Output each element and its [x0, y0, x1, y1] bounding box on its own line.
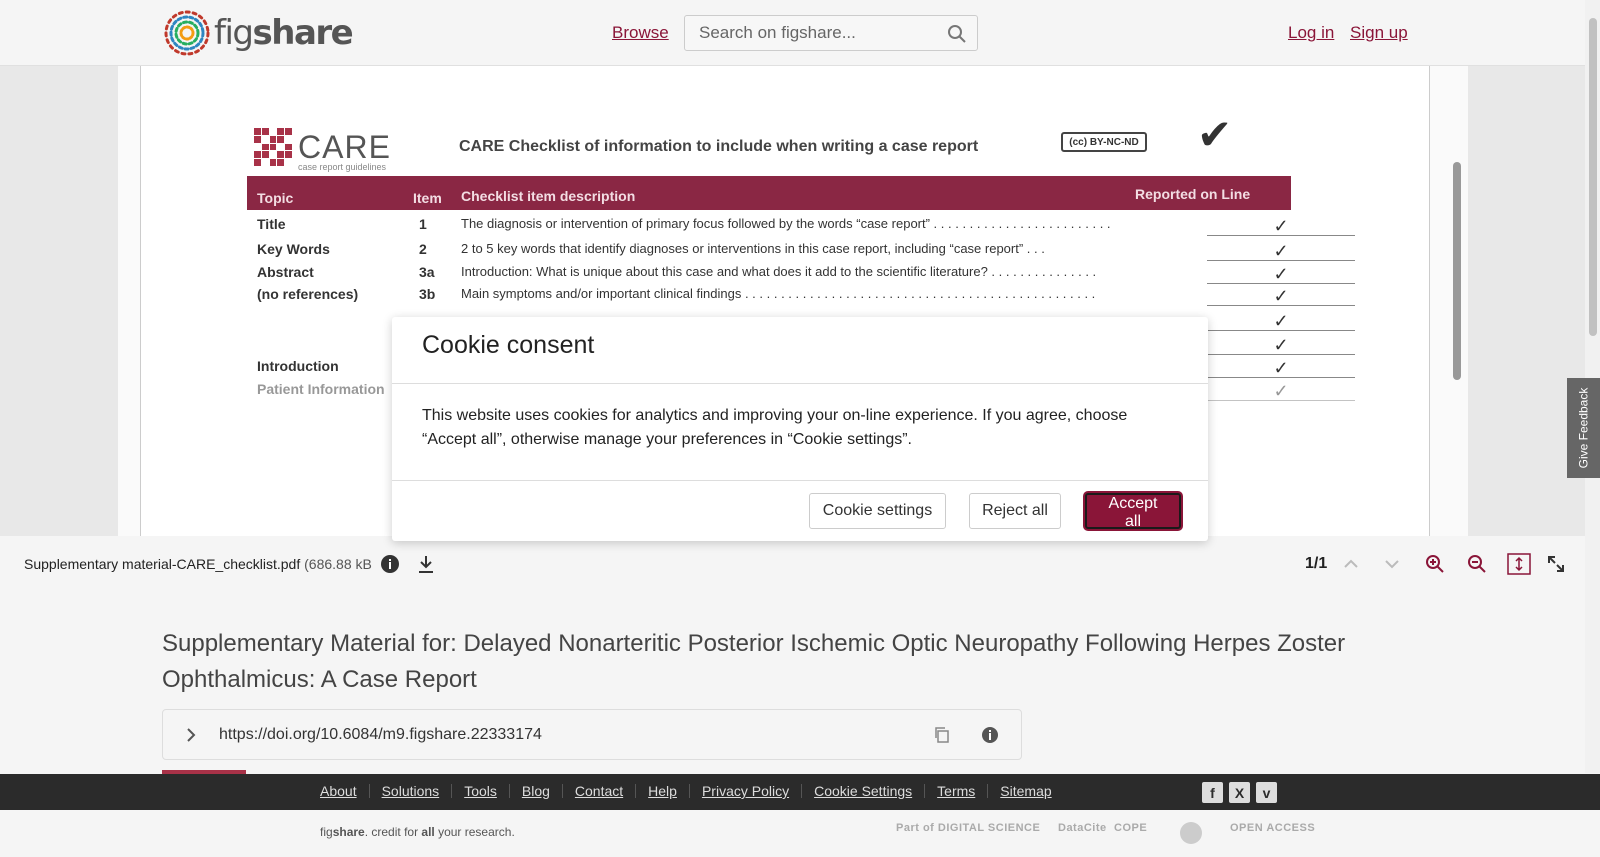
cookie-settings-button[interactable]: Cookie settings	[809, 493, 946, 529]
accept-all-button[interactable]: Accept all	[1085, 493, 1181, 530]
dialog-header: Cookie consent	[392, 317, 1208, 384]
modal-overlay: Cookie consent This website uses cookies…	[0, 0, 1600, 857]
dialog-message: This website uses cookies for analytics …	[422, 407, 1128, 448]
cookie-consent-dialog: Cookie consent This website uses cookies…	[392, 317, 1208, 541]
dialog-title: Cookie consent	[422, 331, 595, 359]
dialog-footer: Cookie settings Reject all Accept all	[392, 481, 1208, 541]
reject-all-button[interactable]: Reject all	[969, 493, 1061, 529]
dialog-body: This website uses cookies for analytics …	[392, 384, 1208, 481]
